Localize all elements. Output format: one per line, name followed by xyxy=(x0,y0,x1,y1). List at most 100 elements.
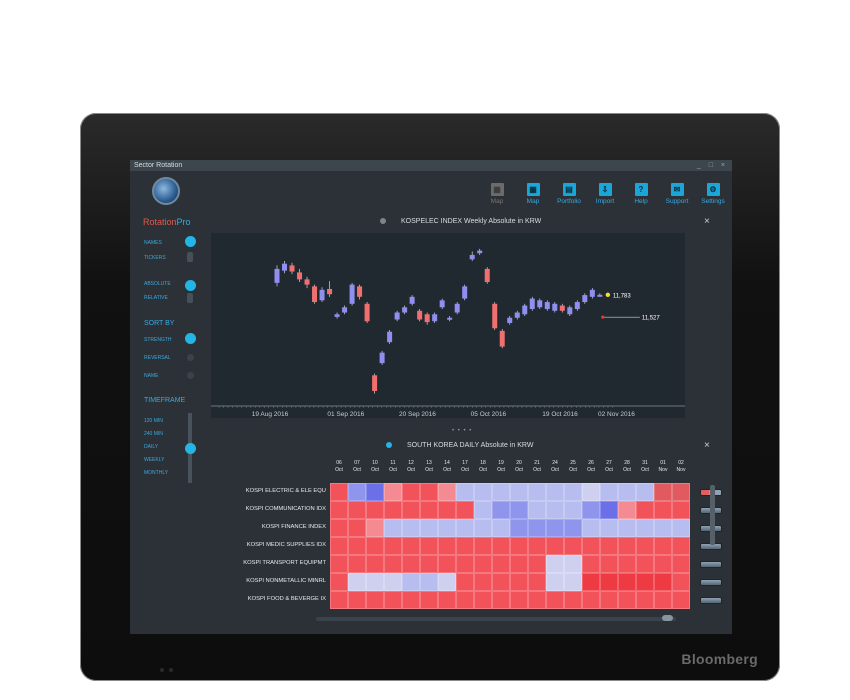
heatmap-cell[interactable] xyxy=(402,573,420,591)
heatmap-cell[interactable] xyxy=(564,501,582,519)
heatmap-cell[interactable] xyxy=(366,519,384,537)
heatmap-cell[interactable] xyxy=(474,519,492,537)
heatmap-cell[interactable] xyxy=(402,519,420,537)
heatmap-cell[interactable] xyxy=(546,519,564,537)
heatmap-cell[interactable] xyxy=(402,555,420,573)
toolbar-help-button[interactable]: ? Help xyxy=(628,183,654,209)
heatmap-cell[interactable] xyxy=(456,483,474,501)
heatmap-cell[interactable] xyxy=(636,501,654,519)
heatmap-row-label[interactable]: KOSPI FINANCE INDEX xyxy=(226,524,326,530)
heatmap-cell[interactable] xyxy=(456,573,474,591)
heatmap-cell[interactable] xyxy=(654,519,672,537)
heatmap-row-label[interactable]: KOSPI MEDIC SUPPLIES IDX xyxy=(226,542,326,548)
toolbar-map-button[interactable]: ▦ Map xyxy=(520,183,546,209)
toggle-absolute-relative[interactable] xyxy=(185,280,196,291)
heatmap-cell[interactable] xyxy=(654,501,672,519)
heatmap-cell[interactable] xyxy=(492,591,510,609)
option-names[interactable]: NAMES xyxy=(144,240,162,246)
heatmap-cell[interactable] xyxy=(348,483,366,501)
heatmap-cell[interactable] xyxy=(672,555,690,573)
heatmap-cell[interactable] xyxy=(582,537,600,555)
heatmap-cell[interactable] xyxy=(510,537,528,555)
heatmap-row-label[interactable]: KOSPI ELECTRIC & ELE EQU xyxy=(226,488,326,494)
radio-reversal[interactable] xyxy=(187,354,194,361)
heatmap-cell[interactable] xyxy=(672,591,690,609)
timeframe-option-240-min[interactable]: 240 MIN xyxy=(144,431,163,437)
heatmap-cell[interactable] xyxy=(582,483,600,501)
heatmap-cell[interactable] xyxy=(636,555,654,573)
heatmap-cell[interactable] xyxy=(564,483,582,501)
heatmap-cell[interactable] xyxy=(420,519,438,537)
heatmap-close-button[interactable]: × xyxy=(704,440,710,451)
heatmap-cell[interactable] xyxy=(474,573,492,591)
heatmap-cell[interactable] xyxy=(438,483,456,501)
heatmap-cell[interactable] xyxy=(618,555,636,573)
option-absolute[interactable]: ABSOLUTE xyxy=(144,281,171,287)
heatmap-cell[interactable] xyxy=(510,501,528,519)
heatmap-cell[interactable] xyxy=(582,573,600,591)
radio-strength[interactable] xyxy=(185,333,196,344)
heatmap-cell[interactable] xyxy=(456,519,474,537)
heatmap-cell[interactable] xyxy=(366,483,384,501)
heatmap-cell[interactable] xyxy=(672,537,690,555)
heatmap-cell[interactable] xyxy=(492,537,510,555)
heatmap-cell[interactable] xyxy=(492,555,510,573)
sort-name[interactable]: NAME xyxy=(144,373,158,379)
heatmap-cell[interactable] xyxy=(600,591,618,609)
heatmap-cell[interactable] xyxy=(402,501,420,519)
heatmap-cell[interactable] xyxy=(672,573,690,591)
candlestick-chart[interactable]: 1240012200120001180011600114001120011000… xyxy=(211,233,712,418)
heatmap-cell[interactable] xyxy=(420,501,438,519)
heatmap-cell[interactable] xyxy=(654,555,672,573)
heatmap-cell[interactable] xyxy=(618,591,636,609)
heatmap-cell[interactable] xyxy=(348,519,366,537)
heatmap-cell[interactable] xyxy=(330,573,348,591)
heatmap-cell[interactable] xyxy=(366,537,384,555)
heatmap-cell[interactable] xyxy=(528,591,546,609)
heatmap-cell[interactable] xyxy=(672,519,690,537)
row-detail-button[interactable] xyxy=(700,597,722,604)
heatmap-cell[interactable] xyxy=(348,573,366,591)
heatmap-cell[interactable] xyxy=(438,591,456,609)
heatmap-cell[interactable] xyxy=(384,555,402,573)
heatmap-cell[interactable] xyxy=(330,501,348,519)
heatmap-cell[interactable] xyxy=(510,591,528,609)
heatmap-cell[interactable] xyxy=(600,501,618,519)
timeframe-option-daily[interactable]: DAILY xyxy=(144,444,158,450)
heatmap-cell[interactable] xyxy=(402,483,420,501)
option-tickers[interactable]: TICKERS xyxy=(144,255,166,261)
heatmap-cell[interactable] xyxy=(420,555,438,573)
heatmap-cell[interactable] xyxy=(420,483,438,501)
heatmap-cell[interactable] xyxy=(582,591,600,609)
heatmap-cell[interactable] xyxy=(654,573,672,591)
heatmap-cell[interactable] xyxy=(384,501,402,519)
heatmap-cell[interactable] xyxy=(348,555,366,573)
heatmap-cell[interactable] xyxy=(582,501,600,519)
heatmap-cell[interactable] xyxy=(636,591,654,609)
heatmap-cell[interactable] xyxy=(492,573,510,591)
heatmap-row-label[interactable]: KOSPI COMMUNICATION IDX xyxy=(226,506,326,512)
heatmap-cell[interactable] xyxy=(564,519,582,537)
heatmap-cell[interactable] xyxy=(636,573,654,591)
heatmap-row-label[interactable]: KOSPI NONMETALLIC MINRL xyxy=(226,578,326,584)
toolbar-support-button[interactable]: ✉ Support xyxy=(664,183,690,209)
heatmap-cell[interactable] xyxy=(528,483,546,501)
heatmap-cell[interactable] xyxy=(474,591,492,609)
heatmap-cell[interactable] xyxy=(564,555,582,573)
row-detail-button[interactable] xyxy=(700,561,722,568)
heatmap-cell[interactable] xyxy=(546,573,564,591)
heatmap-cell[interactable] xyxy=(456,555,474,573)
heatmap-cell[interactable] xyxy=(384,519,402,537)
option-relative[interactable]: RELATIVE xyxy=(144,295,168,301)
heatmap-cell[interactable] xyxy=(528,573,546,591)
heatmap-cell[interactable] xyxy=(618,519,636,537)
radio-name[interactable] xyxy=(187,372,194,379)
heatmap-cell[interactable] xyxy=(564,537,582,555)
heatmap-cell[interactable] xyxy=(384,483,402,501)
heatmap-cell[interactable] xyxy=(654,483,672,501)
heatmap-cell[interactable] xyxy=(510,483,528,501)
heatmap-cell[interactable] xyxy=(654,591,672,609)
heatmap-cell[interactable] xyxy=(636,519,654,537)
heatmap-cell[interactable] xyxy=(420,591,438,609)
heatmap-cell[interactable] xyxy=(474,555,492,573)
